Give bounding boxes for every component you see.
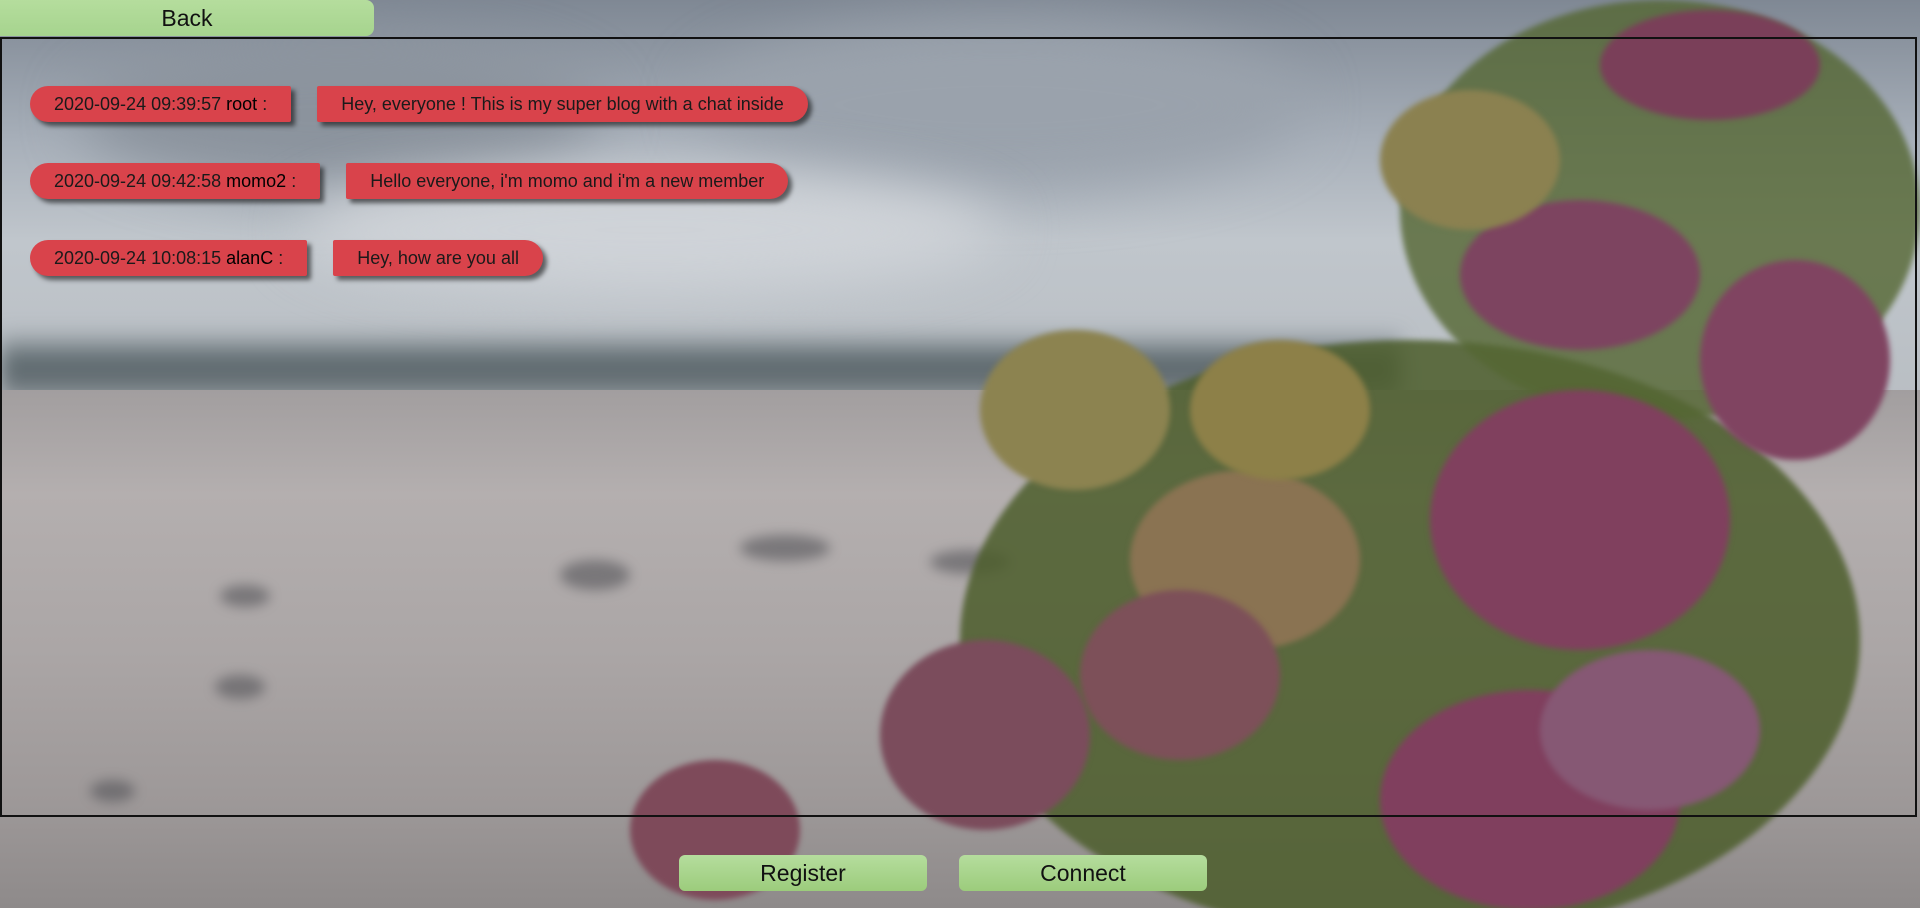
connect-button[interactable]: Connect <box>959 855 1207 891</box>
message-meta: 2020-09-24 09:39:57 root : <box>30 86 292 122</box>
message-text: Hello everyone, i'm momo and i'm a new m… <box>346 163 789 199</box>
message-text: Hey, everyone ! This is my super blog wi… <box>317 86 808 122</box>
message-separator: : <box>278 247 284 268</box>
message-separator: : <box>291 170 297 191</box>
message-timestamp: 2020-09-24 10:08:15 <box>54 247 222 268</box>
message-timestamp: 2020-09-24 09:42:58 <box>54 170 222 191</box>
message-separator: : <box>262 93 268 114</box>
message-meta: 2020-09-24 10:08:15 alanC : <box>30 240 308 276</box>
message-author: root <box>226 93 258 114</box>
message-author: momo2 <box>226 170 287 191</box>
chat-message: 2020-09-24 09:42:58 momo2 : Hello everyo… <box>30 163 789 199</box>
message-meta: 2020-09-24 09:42:58 momo2 : <box>30 163 321 199</box>
chat-message-panel: 2020-09-24 09:39:57 root : Hey, everyone… <box>0 37 1917 817</box>
message-timestamp: 2020-09-24 09:39:57 <box>54 93 222 114</box>
chat-message: 2020-09-24 10:08:15 alanC : Hey, how are… <box>30 240 543 276</box>
message-text: Hey, how are you all <box>333 240 543 276</box>
back-button[interactable]: Back <box>0 0 374 36</box>
register-button[interactable]: Register <box>679 855 927 891</box>
message-author: alanC <box>226 247 274 268</box>
chat-message: 2020-09-24 09:39:57 root : Hey, everyone… <box>30 86 808 122</box>
